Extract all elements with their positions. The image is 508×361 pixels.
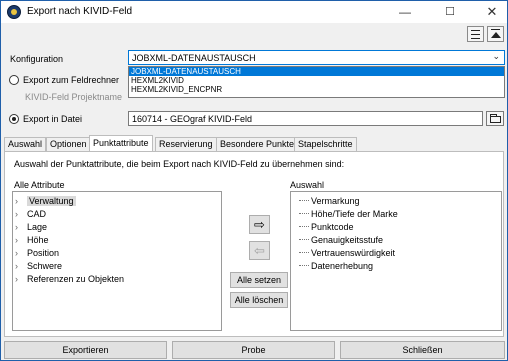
schliessen-button[interactable]: Schließen [340,341,505,359]
tab-auswahl[interactable]: Auswahl [4,137,47,151]
export-datei-value: 160714 - GEOgraf KIVID-Feld [132,114,253,124]
list-item[interactable]: › CAD [15,208,46,220]
tab-optionen[interactable]: Optionen [46,137,91,151]
tab-punktattribute[interactable]: Punktattribute [89,135,153,151]
chevron-down-icon[interactable]: ⌄ [492,51,500,62]
list-item[interactable]: Datenerhebung [299,260,373,272]
dropdown-option[interactable]: HEXML2KIVID [129,76,504,85]
minimize-icon[interactable]: — [390,1,420,23]
alle-loeschen-button[interactable]: Alle löschen [230,292,288,308]
tab-reservierung[interactable]: Reservierung [155,137,217,151]
chevron-right-icon[interactable]: › [15,208,27,220]
close-icon[interactable]: ✕ [477,1,507,23]
list-item[interactable]: Punktcode [299,221,354,233]
arrow-right-icon[interactable]: ⇨ [249,215,270,234]
auswahl-list[interactable]: Vermarkung Höhe/Tiefe der Marke Punktcod… [290,191,502,331]
export-feldrechner-label: Export zum Feldrechner [23,75,120,85]
tab-besondere-punkte[interactable]: Besondere Punkte [216,137,299,151]
projektname-label: KIVID-Feld Projektname [25,92,123,102]
instruction-text: Auswahl der Punktattribute, die beim Exp… [14,159,345,169]
folder-icon[interactable] [486,111,504,126]
konfiguration-value: JOBXML-DATENAUSTAUSCH [132,53,256,63]
list-item[interactable]: › Position [15,247,59,259]
list-lines-icon[interactable] [467,26,484,42]
maximize-icon[interactable]: ☐ [435,1,465,23]
alle-attribute-label: Alle Attribute [14,180,65,190]
list-item[interactable]: Vertrauenswürdigkeit [299,247,395,259]
konfiguration-label: Konfiguration [10,54,64,64]
title-bar: Export nach KIVID-Feld — ☐ ✕ [1,1,507,23]
chevron-right-icon[interactable]: › [15,234,27,246]
list-item[interactable]: › Höhe [15,234,49,246]
export-datei-label: Export in Datei [23,114,83,124]
chevron-right-icon[interactable]: › [15,221,27,233]
list-item[interactable]: Höhe/Tiefe der Marke [299,208,398,220]
export-datei-radio[interactable] [9,114,19,124]
dropdown-option[interactable]: JOBXML-DATENAUSTAUSCH [129,67,504,76]
export-feldrechner-radio[interactable] [9,75,19,85]
list-item[interactable]: › Lage [15,221,47,233]
window-title: Export nach KIVID-Feld [27,6,133,17]
list-item[interactable]: › Verwaltung [15,195,76,207]
list-item[interactable]: Genauigkeitsstufe [299,234,383,246]
tab-stapelschritte[interactable]: Stapelschritte [294,137,357,151]
probe-button[interactable]: Probe [172,341,335,359]
list-item[interactable]: Vermarkung [299,195,360,207]
list-item[interactable]: › Referenzen zu Objekten [15,273,124,285]
punktattribute-panel: Auswahl der Punktattribute, die beim Exp… [4,151,504,337]
dropdown-option[interactable]: HEXML2KIVID_ENCPNR [129,85,504,94]
auswahl-label: Auswahl [290,180,325,190]
arrow-left-icon[interactable]: ⇦ [249,241,270,260]
konfiguration-select[interactable]: JOBXML-DATENAUSTAUSCH ⌄ [128,50,505,65]
list-item[interactable]: › Schwere [15,260,62,272]
app-icon [7,5,21,19]
chevron-right-icon[interactable]: › [15,195,27,207]
chevron-right-icon[interactable]: › [15,260,27,272]
move-to-top-icon[interactable] [487,26,504,42]
export-datei-field[interactable]: 160714 - GEOgraf KIVID-Feld [128,111,483,126]
alle-setzen-button[interactable]: Alle setzen [230,272,288,288]
export-dialog: Export nach KIVID-Feld — ☐ ✕ Konfigurati… [0,0,508,361]
chevron-right-icon[interactable]: › [15,273,27,285]
konfiguration-dropdown: JOBXML-DATENAUSTAUSCH HEXML2KIVID HEXML2… [128,66,505,98]
chevron-right-icon[interactable]: › [15,247,27,259]
alle-attribute-list[interactable]: › Verwaltung › CAD › Lage › Höhe › Position ›… [12,191,222,331]
exportieren-button[interactable]: Exportieren [4,341,167,359]
